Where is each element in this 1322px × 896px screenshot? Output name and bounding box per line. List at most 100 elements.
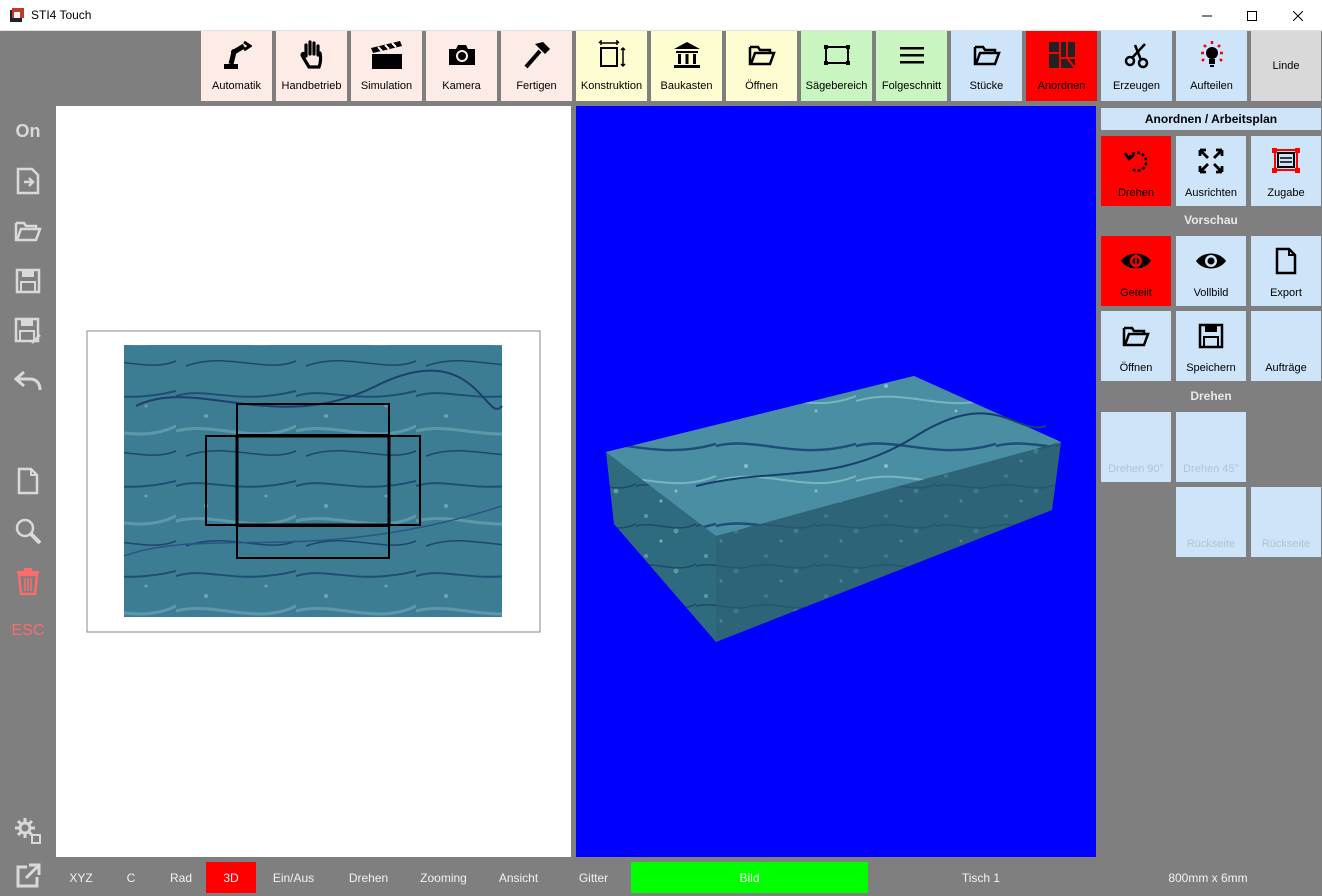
toolbar-konstruktion-button[interactable]: Konstruktion (576, 31, 647, 101)
rotate-45-button[interactable]: Drehen 45° (1176, 412, 1246, 482)
escape-button[interactable]: ESC (8, 611, 48, 651)
toolbar-baukasten-button[interactable]: Baukasten (651, 31, 722, 101)
trash-icon (17, 568, 39, 595)
save-plan-button[interactable]: Speichern (1176, 311, 1246, 381)
toolbar-simulation-button[interactable]: Simulation (351, 31, 422, 101)
preview-section-title: Vorschau (1184, 213, 1238, 227)
toolbar-stuecke-button[interactable]: Stücke (951, 31, 1022, 101)
backside-label: Rückseite (1261, 538, 1311, 550)
save-plan-label: Speichern (1186, 362, 1236, 374)
toolbar-kamera-button[interactable]: Kamera (426, 31, 497, 101)
open-file-button[interactable] (8, 211, 48, 251)
new-document-button[interactable] (8, 461, 48, 501)
status-xyz-button[interactable]: XYZ (56, 862, 106, 893)
zoom-button[interactable] (8, 511, 48, 551)
maximize-button[interactable] (1229, 0, 1275, 31)
hand-icon (300, 40, 322, 69)
left-toolbar: On ESC (0, 31, 56, 893)
toolbar-label: Linde (1272, 60, 1300, 72)
toolbar-oeffnen-button[interactable]: Öffnen (726, 31, 797, 101)
status-rad-button[interactable]: Rad (156, 862, 206, 893)
open-external-button[interactable] (8, 856, 48, 896)
status-on-off-button[interactable]: Ein/Aus (256, 862, 331, 893)
viewport-3d[interactable] (576, 106, 1096, 857)
status-c-button[interactable]: C (106, 862, 156, 893)
arrange-side-panel: Anordnen / Arbeitsplan Drehen Ausrichten… (1096, 106, 1322, 857)
folder-icon (973, 45, 1001, 66)
title-bar: STI4 Touch (0, 0, 1322, 31)
align-button[interactable]: Ausrichten (1176, 136, 1246, 206)
status-3d-button[interactable]: 3D (206, 862, 256, 893)
save-button[interactable] (8, 261, 48, 301)
settings-button[interactable] (8, 811, 48, 851)
layout-grid-icon (1048, 42, 1076, 69)
marble-slab (124, 345, 502, 617)
fullscreen-view-button[interactable]: Vollbild (1176, 236, 1246, 306)
close-icon (1293, 10, 1303, 21)
status-image-indicator[interactable]: Bild (631, 862, 868, 893)
eye-split-icon (1121, 251, 1151, 271)
allowance-button[interactable]: Zugabe (1251, 136, 1321, 206)
folder-open-icon (14, 221, 42, 242)
menu-lines-icon (899, 47, 924, 64)
toolbar-erzeugen-button[interactable]: Erzeugen (1101, 31, 1172, 101)
on-button[interactable]: On (8, 111, 48, 151)
backside-button-1[interactable]: Rückseite (1176, 487, 1246, 557)
export-button[interactable]: Export (1251, 236, 1321, 306)
toolbar-fertigen-button[interactable]: Fertigen (501, 31, 572, 101)
slab-2d-canvas (86, 330, 541, 633)
clapperboard-icon (370, 41, 402, 69)
scissors-icon (1124, 43, 1148, 69)
toolbar-label: Baukasten (660, 80, 713, 92)
layout-2d-view[interactable] (56, 106, 571, 857)
zoom-icon (15, 518, 42, 545)
toolbar-label: Stücke (969, 80, 1004, 92)
save-as-icon (14, 317, 41, 344)
dimension-icon (597, 40, 626, 68)
align-label: Ausrichten (1185, 187, 1237, 199)
allowance-label: Zugabe (1267, 187, 1305, 199)
close-button[interactable] (1275, 0, 1321, 31)
status-grid-button[interactable]: Gitter (556, 862, 631, 893)
save-icon (15, 268, 41, 294)
folder-open-icon (748, 45, 776, 66)
toolbar-anordnen-button[interactable]: Anordnen (1026, 31, 1097, 101)
status-view-button[interactable]: Ansicht (481, 862, 556, 893)
open-plan-button[interactable]: Öffnen (1101, 311, 1171, 381)
fullscreen-view-label: Vollbild (1193, 287, 1229, 299)
main-toolbar: Automatik Handbetrieb Simulation Kamera … (56, 31, 1322, 106)
toolbar-saegebereich-button[interactable]: Sägebereich (801, 31, 872, 101)
on-label: On (15, 120, 41, 141)
save-as-button[interactable] (8, 311, 48, 351)
status-rotate-button[interactable]: Drehen (331, 862, 406, 893)
esc-label: ESC (11, 622, 45, 639)
rotate-button[interactable]: Drehen (1101, 136, 1171, 206)
document-icon (1275, 247, 1297, 275)
toolbar-linde-button[interactable]: Linde (1251, 31, 1321, 101)
split-view-label: Geteilt (1120, 287, 1152, 299)
status-zooming-button[interactable]: Zooming (406, 862, 481, 893)
undo-button[interactable] (8, 361, 48, 401)
minimize-button[interactable] (1184, 0, 1230, 31)
toolbar-folgeschnitt-button[interactable]: Folgeschnitt (876, 31, 947, 101)
split-view-button[interactable]: Geteilt (1101, 236, 1171, 306)
backside-label: Rückseite (1186, 538, 1236, 550)
rotate-90-button[interactable]: Drehen 90° (1101, 412, 1171, 482)
saw-area-icon (823, 45, 850, 65)
minimize-icon (1202, 15, 1212, 16)
toolbar-handbetrieb-button[interactable]: Handbetrieb (276, 31, 347, 101)
building-icon (673, 42, 700, 68)
toolbar-automatik-button[interactable]: Automatik (201, 31, 272, 101)
backside-button-2[interactable]: Rückseite (1251, 487, 1321, 557)
new-document-icon (17, 467, 39, 495)
rotate-icon (1123, 151, 1148, 172)
orders-button[interactable]: Aufträge (1251, 311, 1321, 381)
export-button[interactable] (8, 161, 48, 201)
orders-label: Aufträge (1265, 362, 1307, 374)
toolbar-label: Automatik (212, 80, 261, 92)
toolbar-aufteilen-button[interactable]: Aufteilen (1176, 31, 1247, 101)
rotate-label: Drehen (1117, 187, 1155, 199)
hammer-icon (523, 42, 550, 69)
delete-button[interactable] (8, 561, 48, 601)
save-icon (1198, 323, 1224, 349)
